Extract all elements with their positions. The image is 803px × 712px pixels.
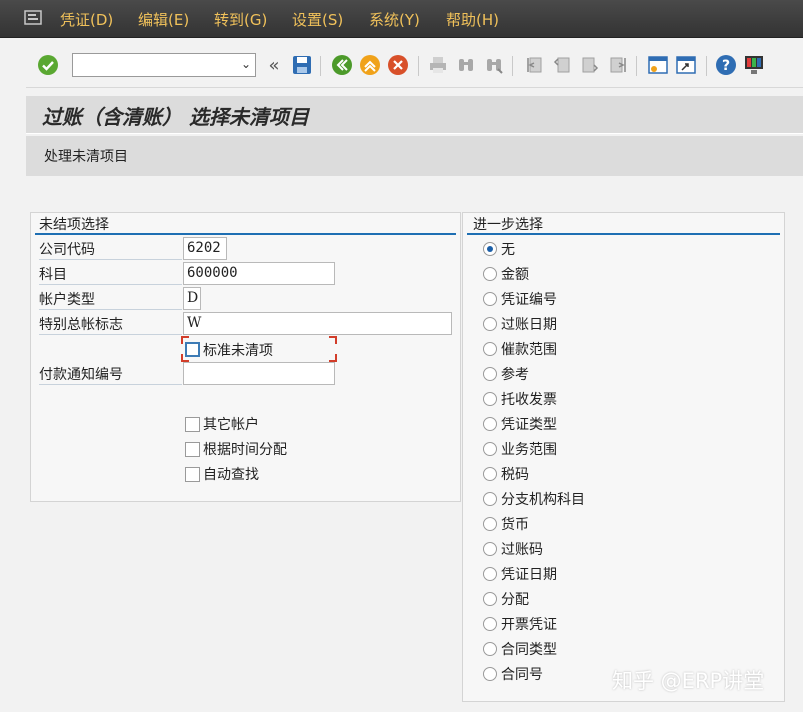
radio-label: 金额 — [501, 267, 529, 283]
radio-label: 过账码 — [501, 542, 543, 558]
radio-document-date[interactable] — [483, 567, 497, 581]
title-bar: 过账（含清账） 选择未清项目 — [26, 96, 803, 134]
radio-label: 托收发票 — [501, 392, 557, 408]
radio-label: 货币 — [501, 517, 529, 533]
new-session-icon[interactable] — [646, 53, 670, 77]
radio-label: 无 — [501, 242, 515, 258]
back-green-icon[interactable] — [330, 53, 354, 77]
radio-label: 开票凭证 — [501, 617, 557, 633]
special-gl-indicator-field[interactable]: W — [183, 312, 452, 335]
company-code-field[interactable]: 6202 — [183, 237, 227, 260]
standard-toolbar: ⌄ « ? — [26, 44, 803, 88]
previous-page-icon[interactable] — [550, 53, 574, 77]
first-page-icon[interactable] — [522, 53, 546, 77]
account-type-field[interactable]: D — [183, 287, 201, 310]
save-icon[interactable] — [290, 53, 314, 77]
find-icon[interactable] — [454, 53, 478, 77]
menu-settings[interactable]: 设置(S) — [292, 9, 343, 30]
radio-none[interactable] — [483, 242, 497, 256]
distribute-by-age-checkbox[interactable] — [185, 442, 200, 457]
radio-document-number[interactable] — [483, 292, 497, 306]
payment-advice-label: 付款通知编号 — [39, 362, 182, 385]
standard-open-items-label: 标准未清项 — [203, 343, 273, 359]
radio-label: 合同类型 — [501, 642, 557, 658]
radio-contract-type[interactable] — [483, 642, 497, 656]
radio-label: 分支机构科目 — [501, 492, 585, 508]
customize-layout-icon[interactable] — [742, 53, 766, 77]
account-field[interactable]: 600000 — [183, 262, 335, 285]
back-icon[interactable]: « — [262, 53, 286, 77]
special-gl-indicator-label: 特别总帐标志 — [39, 312, 182, 335]
svg-text:?: ? — [722, 58, 730, 74]
menu-goto[interactable]: 转到(G) — [214, 9, 267, 30]
account-label: 科目 — [39, 262, 182, 285]
radio-label: 合同号 — [501, 667, 543, 683]
standard-open-items-checkbox[interactable] — [185, 342, 200, 357]
company-code-label: 公司代码 — [39, 237, 182, 260]
group-title: 未结项选择 — [39, 217, 109, 233]
other-accounts-checkbox[interactable] — [185, 417, 200, 432]
radio-label: 业务范围 — [501, 442, 557, 458]
automatic-search-label: 自动查找 — [203, 467, 259, 483]
distribute-by-age-label: 根据时间分配 — [203, 442, 287, 458]
radio-label: 催款范围 — [501, 342, 557, 358]
radio-branch-account[interactable] — [483, 492, 497, 506]
page-title: 过账（含清账） 选择未清项目 — [42, 105, 309, 129]
radio-tax-code[interactable] — [483, 467, 497, 481]
group-divider — [35, 233, 456, 235]
radio-contract-number[interactable] — [483, 667, 497, 681]
watermark: 知乎 @ERP讲堂 — [612, 669, 765, 693]
application-toolbar: 处理未清项目 — [26, 136, 803, 176]
payment-advice-field[interactable] — [183, 362, 335, 385]
radio-business-area[interactable] — [483, 442, 497, 456]
menu-help[interactable]: 帮助(H) — [446, 9, 499, 30]
shortcut-icon[interactable] — [674, 53, 698, 77]
enter-icon[interactable] — [36, 53, 60, 77]
additional-selections-group: 进一步选择 无 金额 凭证编号 过账日期 催款范围 参考 托收发票 凭证类型 业… — [462, 212, 785, 702]
radio-collection-invoice[interactable] — [483, 392, 497, 406]
radio-currency[interactable] — [483, 517, 497, 531]
command-field[interactable]: ⌄ — [72, 53, 256, 77]
radio-posting-date[interactable] — [483, 317, 497, 331]
account-type-label: 帐户类型 — [39, 287, 182, 310]
group-divider — [467, 233, 780, 235]
process-open-items-button[interactable]: 处理未清项目 — [44, 146, 128, 166]
last-page-icon[interactable] — [606, 53, 630, 77]
other-accounts-label: 其它帐户 — [203, 417, 259, 433]
automatic-search-checkbox[interactable] — [185, 467, 200, 482]
radio-amount[interactable] — [483, 267, 497, 281]
open-item-selection-group: 未结项选择 公司代码 6202 科目 600000 帐户类型 D 特别总帐标志 … — [30, 212, 461, 502]
radio-dunning-area[interactable] — [483, 342, 497, 356]
cancel-icon[interactable] — [386, 53, 410, 77]
group-title: 进一步选择 — [473, 217, 543, 233]
radio-label: 参考 — [501, 367, 529, 383]
radio-document-type[interactable] — [483, 417, 497, 431]
radio-label: 过账日期 — [501, 317, 557, 333]
focus-corner — [329, 336, 337, 344]
radio-billing-document[interactable] — [483, 617, 497, 631]
radio-label: 凭证编号 — [501, 292, 557, 308]
menu-edit[interactable]: 编辑(E) — [138, 9, 189, 30]
focus-corner — [329, 354, 337, 362]
menu-system[interactable]: 系统(Y) — [369, 9, 420, 30]
menu-document[interactable]: 凭证(D) — [60, 9, 113, 30]
help-icon[interactable]: ? — [714, 53, 738, 77]
radio-label: 凭证日期 — [501, 567, 557, 583]
radio-label: 税码 — [501, 467, 529, 483]
radio-posting-key[interactable] — [483, 542, 497, 556]
radio-label: 分配 — [501, 592, 529, 608]
radio-reference[interactable] — [483, 367, 497, 381]
command-input[interactable] — [73, 54, 233, 76]
radio-assignment[interactable] — [483, 592, 497, 606]
radio-label: 凭证类型 — [501, 417, 557, 433]
exit-icon[interactable] — [358, 53, 382, 77]
menu-bar: 凭证(D) 编辑(E) 转到(G) 设置(S) 系统(Y) 帮助(H) — [0, 0, 803, 38]
find-next-icon[interactable] — [482, 53, 506, 77]
next-page-icon[interactable] — [578, 53, 602, 77]
chevron-down-icon[interactable]: ⌄ — [241, 57, 251, 71]
system-menu-icon[interactable] — [24, 9, 42, 27]
print-icon[interactable] — [426, 53, 450, 77]
